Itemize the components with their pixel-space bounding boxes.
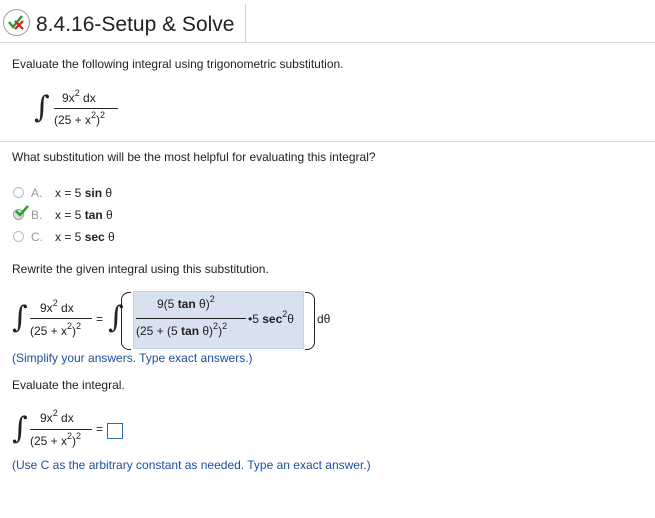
d-theta: dθ [317,312,331,326]
integral-numerator: 9x2 dx [40,298,74,315]
radio-option-c[interactable] [13,231,24,242]
equals-sign: = [96,312,104,326]
partial-credit-icon [3,9,30,36]
integral-numerator: 9x2 dx [62,88,96,105]
right-paren [305,292,315,350]
page-title: 8.4.16-Setup & Solve [36,13,235,36]
integral-sign: ∫ [34,90,50,125]
option-text: x = 5 sec θ [55,230,115,244]
option-text: x = 5 sin θ [55,186,113,200]
substitution-question: What substitution will be the most helpf… [12,150,376,164]
option-letter: C. [31,230,43,244]
integral-denominator: (25 + x2)2 [30,321,82,338]
question-header: 8.4.16-Setup & Solve [0,4,246,42]
fraction-bar [30,429,92,430]
option-letter: B. [31,208,43,222]
fraction-bar [136,318,246,319]
correct-check-icon [15,205,29,217]
evaluate-hint: (Use C as the arbitrary constant as need… [12,458,371,472]
rewrite-prompt: Rewrite the given integral using this su… [12,262,269,276]
integral-sign: ∫ [12,300,28,335]
rewrite-hint: (Simplify your answers. Type exact answe… [12,351,253,365]
fraction-bar [54,108,118,109]
radio-option-a[interactable] [13,187,24,198]
integral-sign: ∫ [12,411,28,446]
left-paren [121,292,131,350]
question-prompt: Evaluate the following integral using tr… [12,57,344,71]
equals-sign: = [96,422,104,436]
section-divider [0,141,655,142]
option-letter: A. [31,186,43,200]
option-text: x = 5 tan θ [55,208,113,222]
integral-denominator: (25 + x2)2 [30,431,82,448]
answer-input-box[interactable] [107,423,123,439]
integral-denominator: (25 + x2)2 [54,110,106,127]
rewritten-denominator: (25 + (5 tan θ)2)2 [136,321,228,338]
header-divider [0,42,655,43]
evaluate-prompt: Evaluate the integral. [12,378,125,392]
sec-squared-factor: •5 sec2θ [248,309,294,326]
rewritten-numerator: 9(5 tan θ)2 [157,294,215,311]
integral-numerator: 9x2 dx [40,408,74,425]
fraction-bar [30,318,92,319]
